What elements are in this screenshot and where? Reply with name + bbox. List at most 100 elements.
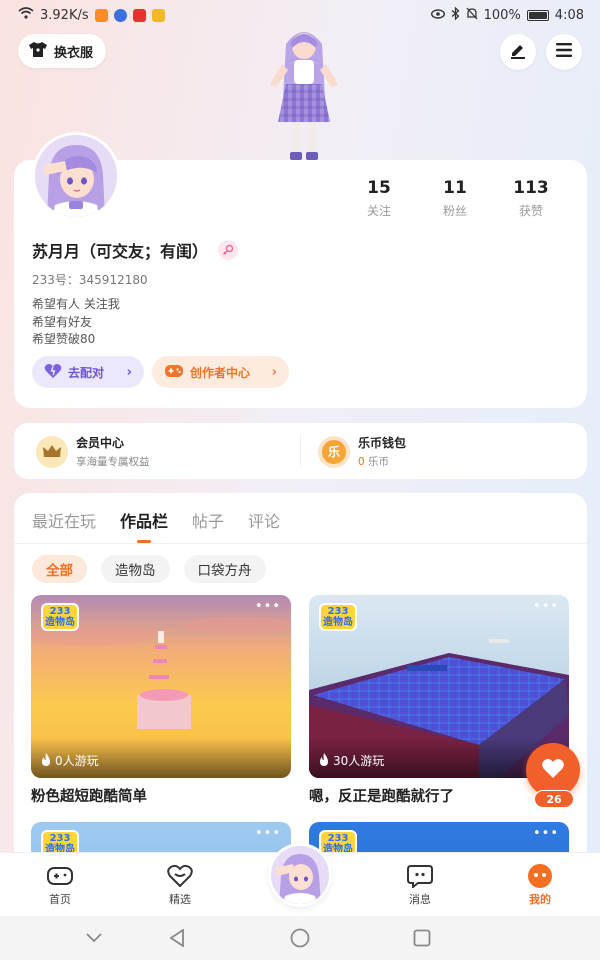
back-icon[interactable]	[166, 927, 188, 949]
game-card[interactable]: 233 造物岛 ••• 0人游玩	[31, 595, 291, 778]
more-icon[interactable]: •••	[255, 599, 281, 614]
like-fab-button[interactable]	[526, 743, 580, 797]
nav-featured[interactable]: 精选	[150, 861, 210, 907]
game-card[interactable]: 233 造物岛 ••• 30人游玩	[309, 595, 569, 778]
chevron-right-icon: ›	[271, 364, 277, 380]
member-center-entry[interactable]: 会员中心 享海量专属权益	[36, 434, 150, 469]
username: 苏月月（可交友；有闺）	[32, 242, 209, 261]
nav-label: 消息	[409, 893, 431, 906]
app-notification-icon	[132, 8, 146, 22]
tab-works[interactable]: 作品栏	[120, 508, 168, 532]
profile-face-icon	[510, 861, 570, 891]
nav-label: 精选	[169, 893, 191, 906]
user-avatar[interactable]	[32, 132, 120, 220]
game-title[interactable]: 粉色超短跑酷简单	[31, 785, 147, 806]
bio-line: 希望赞破80	[32, 332, 96, 346]
tab-comments[interactable]: 评论	[248, 508, 280, 532]
shirt-icon	[28, 41, 48, 62]
chevron-right-icon: ›	[126, 364, 132, 380]
mute-bell-icon	[466, 7, 478, 24]
avatar-3d-figure[interactable]	[256, 26, 352, 162]
member-center-title: 会员中心	[76, 436, 125, 450]
stat-value: 113	[513, 178, 549, 198]
game-platform-logo: 233 造物岛	[319, 603, 357, 631]
clock: 4:08	[554, 7, 584, 23]
tab-recently-played[interactable]: 最近在玩	[32, 508, 96, 532]
works-tabs: 最近在玩 作品栏 帖子 评论	[32, 508, 280, 532]
home-icon[interactable]	[289, 927, 311, 949]
stat-followers[interactable]: 11 粉丝	[417, 178, 493, 219]
chat-icon	[390, 861, 450, 891]
match-label: 去配对	[68, 365, 105, 380]
battery-percent: 100%	[483, 7, 521, 23]
wallet-balance: 0	[358, 456, 365, 468]
creator-center-label: 创作者中心	[190, 365, 251, 380]
user-id[interactable]: 233号：345912180	[32, 271, 148, 288]
system-nav-bar	[0, 916, 600, 960]
change-outfit-label: 换衣服	[54, 45, 94, 61]
gamepad-icon	[30, 861, 90, 891]
wallet-entry[interactable]: 乐 乐币钱包 0 乐币	[318, 434, 406, 469]
network-speed: 3.92K/s	[40, 7, 89, 23]
play-count: 0人游玩	[41, 752, 99, 769]
recents-icon[interactable]	[411, 927, 433, 949]
nav-me[interactable]: 我的	[510, 861, 570, 907]
menu-button[interactable]	[546, 34, 582, 70]
nav-home[interactable]: 首页	[30, 861, 90, 907]
stat-label: 关注	[366, 204, 391, 218]
wifi-icon	[18, 7, 34, 23]
stat-value: 15	[367, 178, 391, 198]
fire-icon	[41, 752, 51, 769]
bio-line: 希望有好友	[32, 314, 93, 329]
tab-divider	[14, 543, 587, 544]
profile-stats: 15 关注 11 粉丝 113 获赞	[341, 178, 569, 219]
filter-all[interactable]: 全部	[32, 555, 87, 583]
app-notification-icon	[151, 8, 165, 22]
bio-line: 希望有人 关注我	[32, 297, 120, 311]
like-count-badge: 26	[534, 790, 574, 808]
nav-label: 我的	[529, 893, 551, 906]
username-row: 苏月月（可交友；有闺）	[32, 238, 239, 262]
creator-center-button[interactable]: 创作者中心 ›	[152, 356, 289, 388]
tab-posts[interactable]: 帖子	[192, 508, 224, 532]
stat-value: 11	[443, 178, 467, 198]
female-gender-icon	[218, 240, 239, 260]
edit-profile-button[interactable]	[500, 34, 536, 70]
filter-creation-island[interactable]: 造物岛	[101, 555, 170, 583]
stat-following[interactable]: 15 关注	[341, 178, 417, 219]
battery-icon	[526, 9, 549, 21]
more-icon[interactable]: •••	[255, 826, 281, 841]
app-notification-icon	[113, 8, 127, 22]
play-count: 30人游玩	[319, 752, 384, 769]
wallet-balance-row: 0 乐币	[358, 454, 406, 469]
more-icon[interactable]: •••	[533, 826, 559, 841]
nav-messages[interactable]: 消息	[390, 861, 450, 907]
collapse-icon[interactable]	[83, 927, 105, 949]
fire-icon	[319, 752, 329, 769]
coin-glyph: 乐	[322, 439, 346, 464]
game-title[interactable]: 嗯，反正是跑酷就行了	[309, 785, 454, 806]
bluetooth-icon	[451, 5, 460, 24]
match-button[interactable]: 去配对 ›	[32, 356, 144, 388]
play-count-label: 30人游玩	[333, 754, 385, 768]
coin-icon: 乐	[318, 435, 350, 468]
more-icon[interactable]: •••	[533, 599, 559, 614]
heart-icon	[44, 363, 62, 382]
change-outfit-button[interactable]: 换衣服	[18, 34, 107, 68]
member-wallet-card: 会员中心 享海量专属权益 乐 乐币钱包 0 乐币	[14, 423, 587, 479]
play-count-label: 0人游玩	[55, 754, 99, 768]
wallet-unit: 乐币	[368, 456, 390, 468]
game-platform-logo: 233 造物岛	[41, 603, 79, 631]
member-center-subtitle: 享海量专属权益	[76, 456, 150, 468]
pencil-icon	[509, 41, 527, 63]
heart-outline-icon	[150, 861, 210, 891]
filter-pocket-ark[interactable]: 口袋方舟	[183, 555, 266, 583]
app-notification-icon	[94, 8, 108, 22]
nav-avatar-button[interactable]	[268, 843, 332, 907]
stat-likes[interactable]: 113 获赞	[493, 178, 569, 219]
works-filters: 全部 造物岛 口袋方舟	[32, 555, 266, 583]
stat-label: 获赞	[518, 204, 543, 218]
crown-icon	[36, 435, 68, 468]
nav-label: 首页	[49, 893, 71, 906]
divider	[300, 435, 301, 467]
